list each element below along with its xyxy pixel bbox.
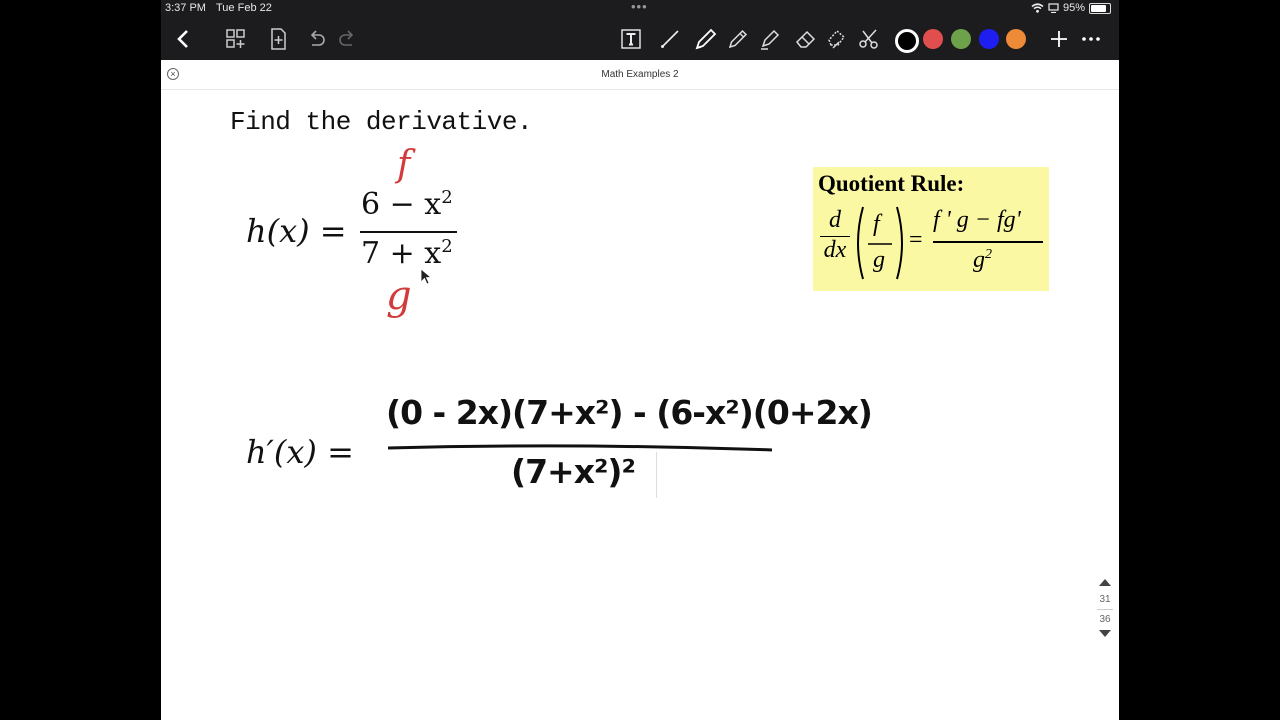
back-icon[interactable] [171,26,197,52]
f-over-g-numerator: f [873,211,880,237]
color-swatch-orange[interactable] [1006,29,1026,49]
text-caret [656,452,657,498]
mouse-cursor-icon [420,268,432,285]
h-numerator: 6 − x2 [361,187,453,222]
page-up-icon[interactable] [1098,578,1112,587]
multitasking-dots-icon[interactable]: ••• [631,0,648,14]
hprime-lhs: h′(x) = [246,433,354,471]
document-title: Math Examples 2 [601,69,679,80]
handwritten-denominator: (7+x²)² [511,452,636,491]
h-lhs: h(x) = [246,212,347,250]
color-swatch-green[interactable] [951,29,971,49]
f-over-g-denominator: g [873,247,885,273]
rule-fraction-bar [933,241,1043,243]
problem-prompt: Find the derivative. [230,107,533,137]
pencil-icon[interactable] [725,26,751,52]
undo-icon[interactable] [303,26,329,52]
rule-numerator: f ' g − fg' [933,207,1021,233]
dx-denominator: dx [823,237,847,263]
quotient-rule-heading: Quotient Rule: [818,171,965,196]
status-right: 95% [1031,2,1111,14]
battery-icon [1089,2,1111,14]
more-icon[interactable] [1078,26,1104,52]
page-down-icon[interactable] [1098,629,1112,638]
color-swatch-blue[interactable] [979,29,999,49]
handwritten-f-label: f [397,144,411,185]
color-swatch-black[interactable] [895,29,919,53]
total-page-number: 36 [1099,614,1111,625]
eraser-icon[interactable] [793,26,819,52]
handwritten-numerator: (0 - 2x)(7+x²) - (6-x²)(0+2x) [386,393,873,432]
scissors-icon[interactable] [856,26,882,52]
add-page-icon[interactable] [265,26,291,52]
plus-icon[interactable] [1046,26,1072,52]
pen-icon[interactable] [693,26,719,52]
page-indicator: 31 36 [1090,578,1120,641]
lasso-icon[interactable] [824,26,850,52]
handwritten-g-label: g [386,273,412,319]
h-fraction-bar [360,231,457,233]
note-page[interactable]: Find the derivative. h(x) = 6 − x2 7 + x… [161,90,1119,720]
document-title-bar: × Math Examples 2 [161,60,1119,90]
status-time: 3:37 PM [165,2,206,14]
wifi-icon [1031,3,1044,13]
h-denominator: 7 + x2 [361,236,453,271]
status-date: Tue Feb 22 [216,2,272,14]
redo-icon[interactable] [335,26,361,52]
text-tool-icon[interactable] [618,26,644,52]
thumbnails-icon[interactable] [223,26,249,52]
d-dx-operator: d dx [818,207,852,281]
highlighter-icon[interactable] [757,26,783,52]
page-indicator-divider [1097,609,1113,610]
line-tool-icon[interactable] [657,26,683,52]
battery-percent: 95% [1062,2,1085,14]
current-page-number: 31 [1099,594,1111,605]
quotient-rule-box: Quotient Rule: d dx f g = f ' g − fg' g2 [813,167,1049,291]
color-swatch-red[interactable] [923,29,943,49]
d-numerator: d [829,207,841,233]
toolbar [161,18,1119,60]
status-bar: 3:37 PM Tue Feb 22 ••• 95% [161,0,1119,18]
rule-denominator: g2 [973,247,992,273]
screen-mirror-icon [1048,3,1059,13]
equals-sign: = [909,227,923,253]
